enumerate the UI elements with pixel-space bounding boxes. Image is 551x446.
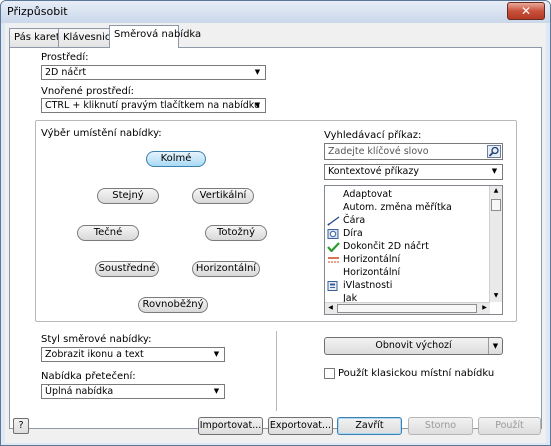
- horizontal-scrollbar[interactable]: ◀ ▶: [325, 302, 490, 314]
- title-bar: Přizpůsobit ✕: [1, 1, 550, 23]
- environment-value: 2D náčrt: [45, 67, 87, 78]
- chevron-down-icon[interactable]: ▼: [488, 338, 502, 354]
- nested-environment-label: Vnořené prostředí:: [41, 86, 135, 97]
- search-icon[interactable]: [487, 145, 501, 158]
- marking-style-select[interactable]: Zobrazit ikonu a text ▼: [41, 347, 225, 362]
- cancel-button[interactable]: Storno: [408, 417, 473, 435]
- command-search-label: Vyhledávací příkaz:: [324, 130, 422, 141]
- position-tangent-button[interactable]: Tečné: [77, 225, 139, 241]
- marking-style-value: Zobrazit ikonu a text: [45, 349, 144, 360]
- classic-menu-label: Použít klasickou místní nabídku: [338, 368, 495, 379]
- nested-environment-value: CTRL + kliknutí pravým tlačítkem na nabí…: [45, 100, 261, 111]
- section-divider: [276, 331, 277, 411]
- customize-dialog: Přizpůsobit ✕ Pás karet Klávesnice Směro…: [0, 0, 551, 446]
- overflow-menu-label: Nabídka přetečení:: [41, 371, 136, 382]
- position-concentric-button[interactable]: Soustředné: [95, 261, 159, 277]
- environment-label: Prostředí:: [41, 52, 89, 63]
- chevron-down-icon: ▼: [213, 350, 220, 358]
- command-filter-value: Kontextové příkazy: [328, 166, 419, 177]
- chevron-down-icon: ▼: [491, 167, 498, 175]
- dialog-body: Pás karet Klávesnice Směrová nabídka Pro…: [5, 23, 546, 443]
- window-title: Přizpůsobit: [7, 5, 68, 18]
- tab-ribbon[interactable]: Pás karet: [9, 28, 65, 47]
- line-icon: [327, 216, 340, 226]
- blank-icon: [327, 203, 340, 213]
- hole-icon: [327, 228, 340, 239]
- position-parallel-button[interactable]: Rovnoběžný: [138, 297, 208, 313]
- command-list[interactable]: Adaptovat Autom. změna měřítka Čára Díra…: [324, 185, 503, 315]
- close-button[interactable]: Zavřít: [337, 417, 402, 435]
- command-search-input[interactable]: Zadejte klíčové slovo: [324, 143, 503, 160]
- marking-menu-panel: Prostředí: 2D náčrt ▼ Vnořené prostředí:…: [9, 47, 542, 429]
- horizontal-constraint-icon: [327, 255, 340, 265]
- restore-defaults-button[interactable]: Obnovit výchozí ▼: [324, 337, 503, 355]
- marking-style-label: Styl směrové nabídky:: [41, 334, 152, 345]
- scroll-left-icon[interactable]: ◀: [326, 304, 335, 313]
- chevron-down-icon: ▼: [254, 68, 261, 76]
- chevron-down-icon: ▼: [254, 101, 261, 109]
- position-coincident-button[interactable]: Totožný: [205, 225, 267, 241]
- overflow-menu-value: Úplná nabídka: [45, 386, 114, 397]
- command-search-placeholder: Zadejte klíčové slovo: [328, 146, 429, 157]
- close-window-button[interactable]: ✕: [507, 2, 545, 20]
- list-item[interactable]: iVlastnosti: [327, 280, 392, 292]
- scroll-right-icon[interactable]: ▶: [480, 304, 489, 313]
- import-button[interactable]: Importovat...: [198, 417, 263, 435]
- help-icon[interactable]: ?: [13, 418, 29, 434]
- restore-defaults-label: Obnovit výchozí: [375, 340, 452, 351]
- blank-icon: [327, 268, 340, 278]
- export-button[interactable]: Exportovat...: [268, 417, 333, 435]
- list-item[interactable]: Horizontální: [327, 254, 400, 266]
- scroll-thumb[interactable]: [491, 199, 501, 211]
- position-perpendicular-button[interactable]: Kolmé: [146, 151, 206, 167]
- hscroll-thumb[interactable]: [337, 304, 477, 313]
- environment-select[interactable]: 2D náčrt ▼: [41, 65, 266, 80]
- overflow-menu-select[interactable]: Úplná nabídka ▼: [41, 384, 225, 399]
- list-item[interactable]: Horizontální: [327, 267, 400, 279]
- position-equal-button[interactable]: Stejný: [97, 188, 159, 204]
- position-vertical-button[interactable]: Vertikální: [192, 188, 254, 204]
- position-horizontal-button[interactable]: Horizontální: [192, 261, 260, 277]
- properties-icon: [327, 280, 340, 291]
- tab-marking-menu[interactable]: Směrová nabídka: [109, 25, 201, 48]
- scroll-up-icon[interactable]: ▲: [491, 187, 501, 196]
- scroll-down-icon[interactable]: ▼: [491, 292, 501, 301]
- list-item[interactable]: Adaptovat: [327, 189, 392, 201]
- list-item[interactable]: Čára: [327, 215, 365, 227]
- list-item[interactable]: Autom. změna měřítka: [327, 202, 452, 214]
- list-item[interactable]: Díra: [327, 228, 363, 240]
- nested-environment-select[interactable]: CTRL + kliknutí pravým tlačítkem na nabí…: [41, 98, 266, 113]
- blank-icon: [327, 190, 340, 200]
- checkmark-icon: [327, 241, 340, 253]
- menu-location-label: Výběr umístění nabídky:: [41, 128, 162, 139]
- chevron-down-icon: ▼: [213, 387, 220, 395]
- command-filter-select[interactable]: Kontextové příkazy ▼: [324, 164, 503, 180]
- vertical-scrollbar[interactable]: ▲ ▼: [489, 186, 502, 302]
- classic-menu-checkbox[interactable]: [324, 368, 335, 379]
- list-item[interactable]: Dokončit 2D náčrt: [327, 241, 429, 253]
- apply-button[interactable]: Použít: [478, 417, 541, 435]
